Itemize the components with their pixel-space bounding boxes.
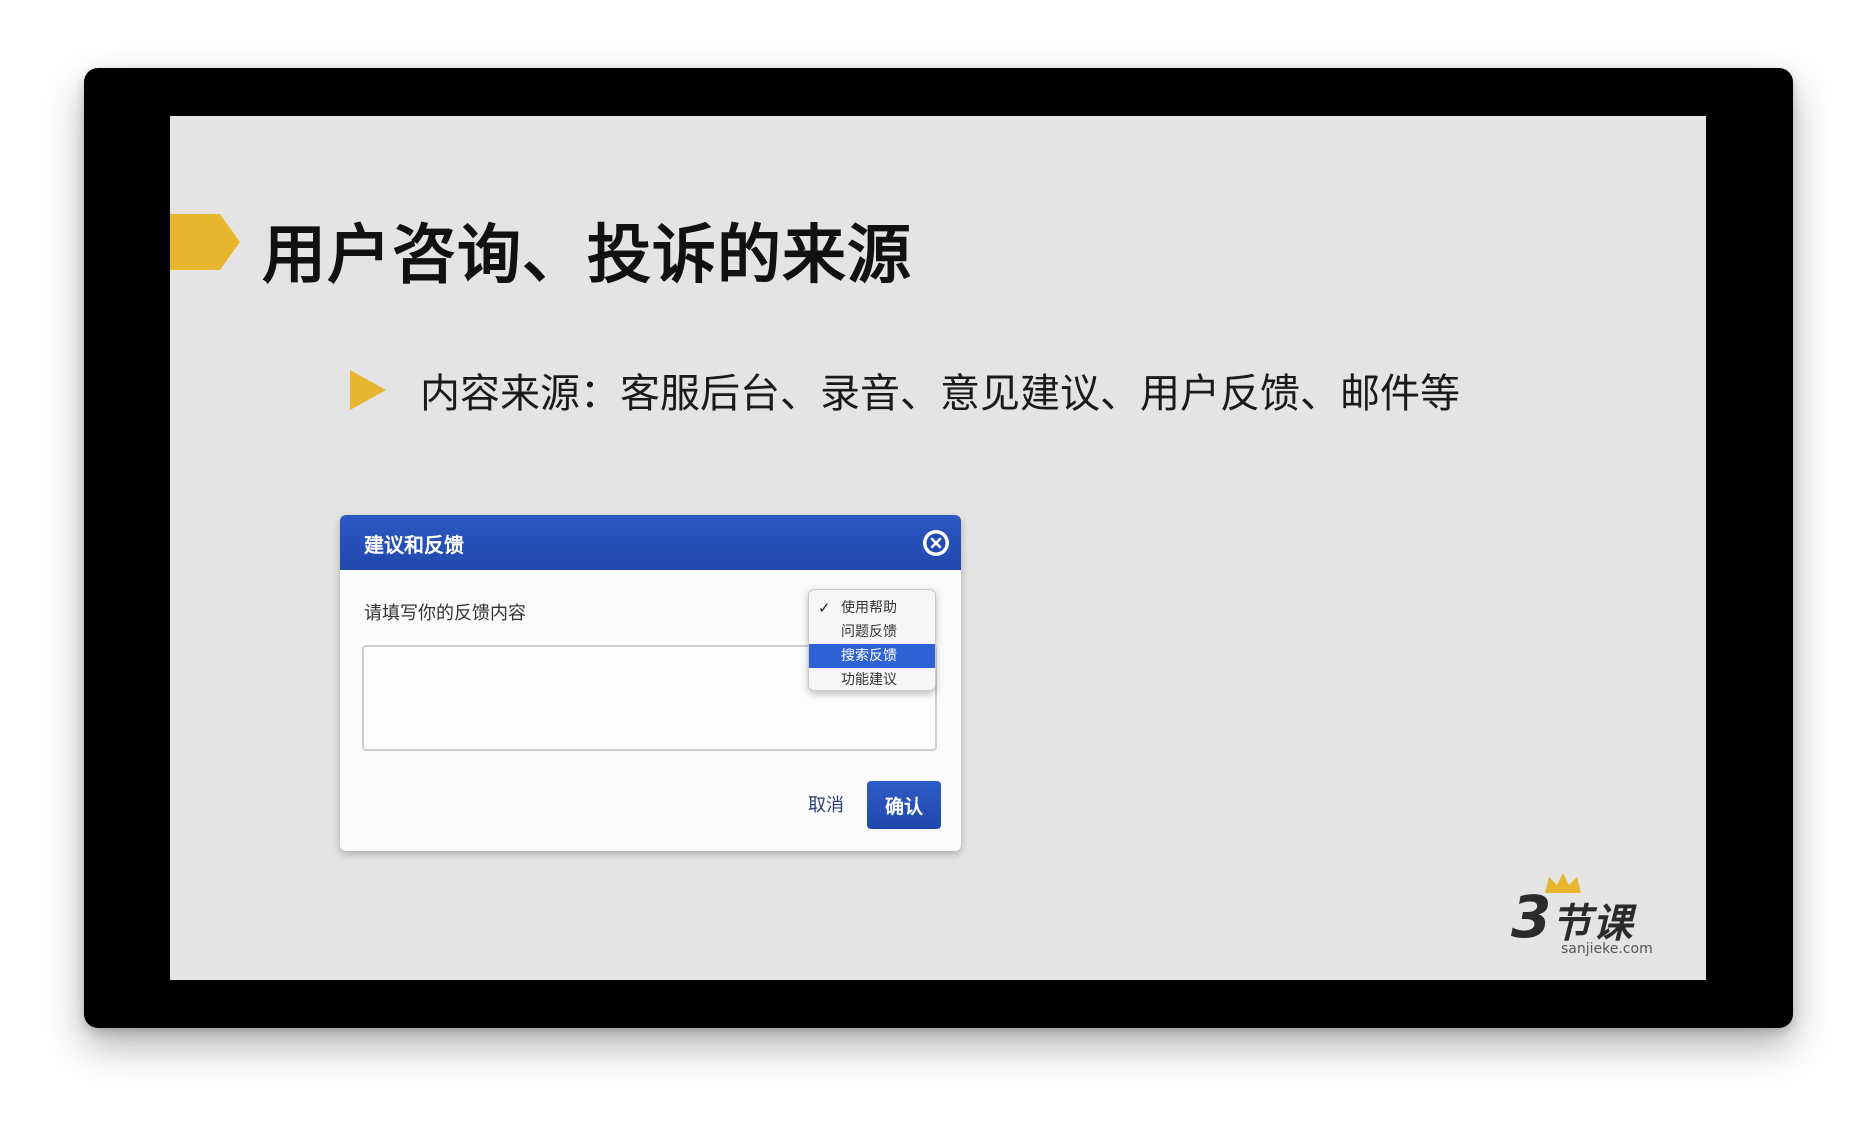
feedback-prompt-label: 请填写你的反馈内容 (364, 603, 526, 624)
feedback-dialog: 建议和反馈 请填写你的反馈内容 取消 确认 ✓ 使用帮助 问题反馈 搜索反馈 功… (340, 515, 961, 851)
category-dropdown: ✓ 使用帮助 问题反馈 搜索反馈 功能建议 (808, 589, 936, 691)
dropdown-option-label: 搜索反馈 (841, 648, 897, 664)
dropdown-option-help[interactable]: ✓ 使用帮助 (809, 596, 935, 620)
bullet-text: 内容来源：客服后台、录音、意见建议、用户反馈、邮件等 (420, 371, 1460, 417)
dropdown-option-feature[interactable]: 功能建议 (809, 668, 935, 692)
close-icon[interactable] (923, 530, 949, 556)
cancel-button[interactable]: 取消 (808, 791, 844, 817)
dropdown-option-label: 问题反馈 (841, 624, 897, 640)
dropdown-option-label: 功能建议 (841, 672, 897, 688)
dropdown-option-search[interactable]: 搜索反馈 (809, 644, 935, 668)
logo-domain: sanjieke.com (1561, 941, 1653, 957)
logo-number: 3 (1511, 883, 1552, 951)
brand-logo: 3节课 sanjieke.com (1511, 871, 1653, 961)
slide: 用户咨询、投诉的来源 内容来源：客服后台、录音、意见建议、用户反馈、邮件等 建议… (170, 116, 1706, 980)
check-icon: ✓ (818, 599, 831, 617)
dropdown-option-issue[interactable]: 问题反馈 (809, 620, 935, 644)
triangle-bullet-icon (350, 370, 386, 410)
dialog-header: 建议和反馈 (340, 515, 961, 570)
dropdown-option-label: 使用帮助 (841, 600, 897, 616)
dialog-title: 建议和反馈 (364, 533, 464, 557)
bullet-item: 内容来源：客服后台、录音、意见建议、用户反馈、邮件等 (348, 361, 1460, 419)
slide-title: 用户咨询、投诉的来源 (262, 219, 912, 293)
confirm-button[interactable]: 确认 (867, 781, 941, 829)
